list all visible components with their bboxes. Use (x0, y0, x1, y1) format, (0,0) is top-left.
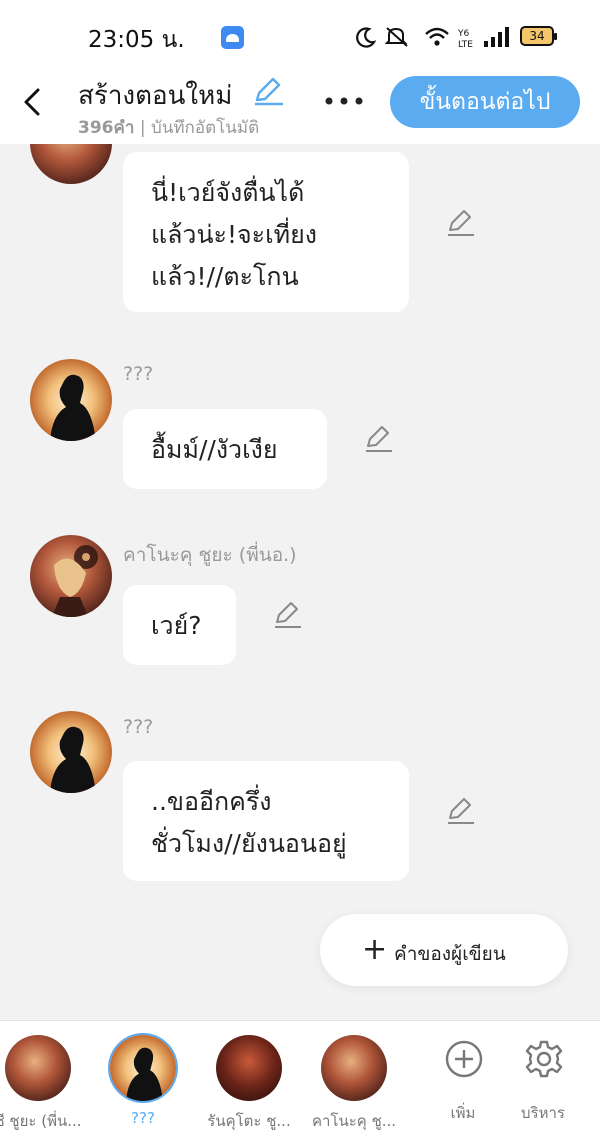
edit-icon[interactable] (446, 208, 476, 238)
character-label: รันคุโตะ ชู... (207, 1112, 291, 1130)
avatar (216, 1035, 282, 1101)
avatar[interactable] (30, 535, 112, 617)
add-label: เพิ่ม (450, 1104, 476, 1122)
moon-icon (356, 27, 377, 48)
draft-info: 396คำ | บันทึกอัตโนมัติ (78, 114, 259, 141)
autosave-label: | บันทึกอัตโนมัติ (139, 118, 260, 138)
android-icon (221, 26, 244, 49)
add-character-button[interactable]: เพิ่ม (428, 1037, 498, 1137)
back-icon[interactable] (18, 86, 46, 118)
message-bubble[interactable]: เวย์? (123, 585, 236, 665)
character-slot[interactable]: ชี ชูยะ (พี่น... (0, 1033, 83, 1140)
avatar[interactable] (30, 359, 112, 441)
wifi-icon (425, 27, 449, 46)
status-bar: 23:05 น. Y6 LTE 34 (0, 0, 600, 72)
character-bar: ชี ชูยะ (พี่น... ??? รันคุโตะ ชู... คาโน… (0, 1020, 600, 1140)
avatar (5, 1035, 71, 1101)
plus-icon: + (362, 932, 388, 967)
gear-icon (525, 1040, 563, 1078)
character-icon (52, 545, 98, 617)
message-bubble[interactable]: ..ขออีกครึ่ง ชั่วโมง//ยังนอนอยู่ (123, 761, 409, 881)
character-slot[interactable]: คาโนะคุ ชู... (309, 1033, 399, 1140)
manage-label: บริหาร (521, 1104, 565, 1122)
author-note-label: คำของผู้เขียน (394, 943, 506, 965)
editor-header: สร้างตอนใหม่ 396คำ | บันทึกอัตโนมัติ ขั้… (0, 72, 600, 144)
character-label: ??? (131, 1109, 155, 1127)
character-label: ชี ชูยะ (พี่น... (0, 1112, 82, 1130)
page-title: สร้างตอนใหม่ (78, 81, 233, 111)
add-circle-icon (445, 1040, 483, 1078)
edit-icon[interactable] (273, 600, 303, 630)
avatar[interactable] (30, 711, 112, 793)
svg-text:LTE: LTE (458, 40, 473, 48)
message-bubble[interactable]: อื้มม์//งัวเงีย (123, 409, 327, 489)
signal-icon (484, 27, 509, 47)
more-icon[interactable] (324, 86, 364, 116)
mute-icon (384, 27, 408, 47)
status-time: 23:05 น. (88, 27, 185, 53)
silhouette-icon (126, 1047, 164, 1101)
author-note-button[interactable]: + คำของผู้เขียน (320, 914, 568, 986)
edit-title-icon[interactable] (253, 76, 285, 106)
avatar (110, 1035, 176, 1101)
character-slot[interactable]: รันคุโตะ ชู... (204, 1033, 294, 1140)
edit-icon[interactable] (364, 424, 394, 454)
speaker-name: ??? (123, 716, 154, 738)
speaker-name: คาโนะคุ ชูยะ (พี่นอ.) (123, 544, 297, 566)
avatar (321, 1035, 387, 1101)
silhouette-icon (50, 726, 96, 793)
edit-icon[interactable] (446, 796, 476, 826)
message-bubble[interactable]: นี่!เวย์จังตื่นได้ แล้วน่ะ!จะเที่ยง แล้ว… (123, 152, 409, 312)
manage-button[interactable]: บริหาร (508, 1037, 578, 1137)
word-count: 396คำ (78, 118, 135, 138)
next-step-button[interactable]: ขั้นตอนต่อไป (390, 76, 580, 128)
lte-icon: Y6LTE (458, 29, 473, 48)
avatar[interactable] (30, 144, 112, 184)
svg-text:Y6: Y6 (458, 29, 469, 39)
speaker-name: ??? (123, 363, 154, 385)
silhouette-icon (50, 374, 96, 441)
character-slot[interactable]: ??? (98, 1033, 188, 1140)
character-label: คาโนะคุ ชู... (311, 1112, 397, 1130)
chat-area: นี่!เวย์จังตื่นได้ แล้วน่ะ!จะเที่ยง แล้ว… (0, 144, 600, 1020)
battery-icon: 34 (520, 26, 557, 46)
